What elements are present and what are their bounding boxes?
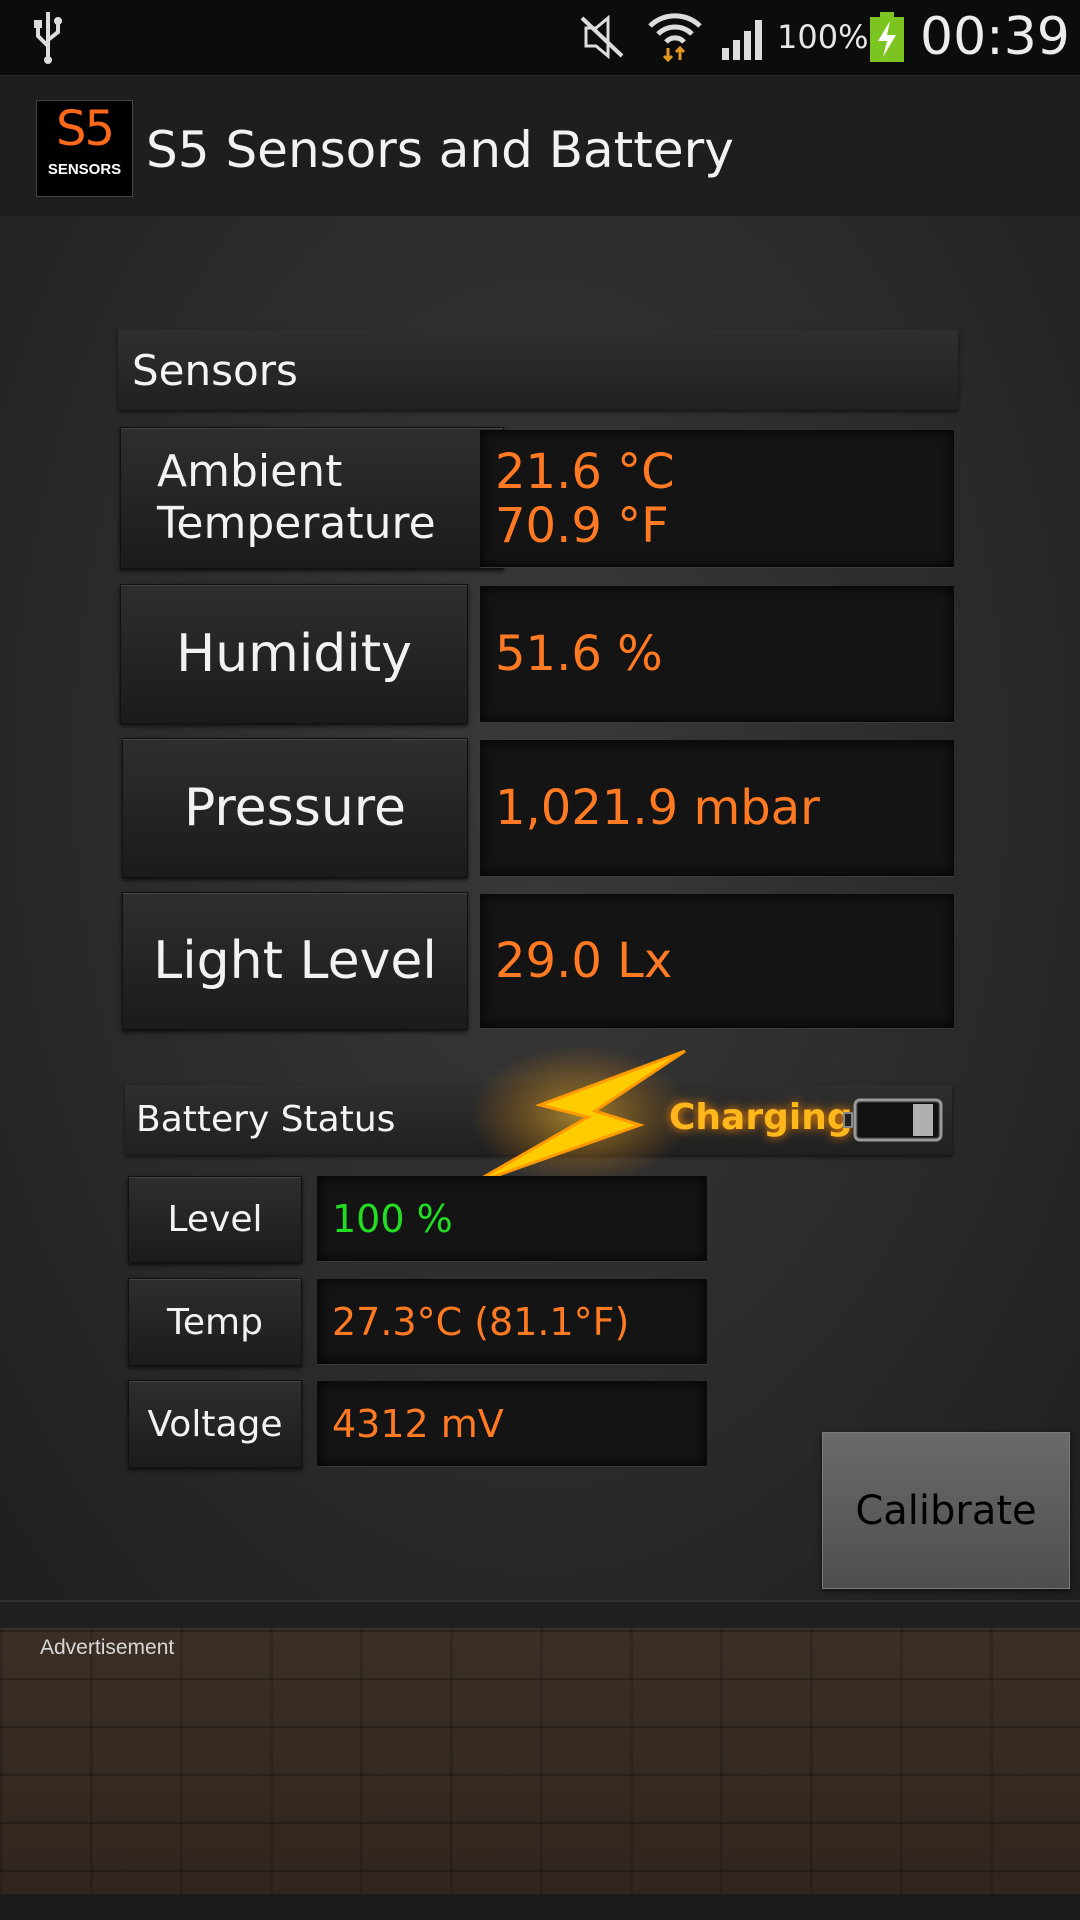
battery-temp-label: Temp xyxy=(128,1278,302,1366)
battery-outline-icon xyxy=(843,1098,943,1142)
clock: 00:39 xyxy=(920,7,1070,67)
battery-level-label: Level xyxy=(128,1176,302,1263)
light-level-value: 29.0 Lx xyxy=(480,894,954,1028)
mute-icon xyxy=(580,14,624,60)
battery-percent: 100% xyxy=(777,18,869,56)
sensors-header-title: Sensors xyxy=(132,346,298,395)
calibrate-button[interactable]: Calibrate xyxy=(822,1432,1070,1589)
divider xyxy=(0,1600,1080,1630)
battery-charging-icon xyxy=(870,12,904,62)
ambient-temperature-value: 21.6 °C 70.9 °F xyxy=(480,430,954,567)
advertisement-label: Advertisement xyxy=(40,1636,175,1659)
app-logo[interactable]: S5 SENSORS xyxy=(36,100,133,197)
humidity-value: 51.6 % xyxy=(480,586,954,722)
battery-voltage-label: Voltage xyxy=(128,1380,302,1468)
wifi-icon xyxy=(648,13,702,62)
lightning-bolt-icon xyxy=(470,1045,690,1185)
battery-status-title: Battery Status xyxy=(136,1099,396,1140)
charging-status: Charging xyxy=(669,1097,853,1138)
app-title: S5 Sensors and Battery xyxy=(146,121,734,179)
action-bar: S5 SENSORS S5 Sensors and Battery xyxy=(0,75,1080,217)
pressure-value: 1,021.9 mbar xyxy=(480,740,954,876)
pressure-label: Pressure xyxy=(122,738,468,878)
signal-icon xyxy=(722,20,762,60)
status-bar: 100% 00:39 xyxy=(0,0,1080,75)
advertisement-area[interactable]: Advertisement xyxy=(0,1628,1080,1920)
battery-voltage-value: 4312 mV xyxy=(317,1381,707,1466)
app-logo-subtext: SENSORS xyxy=(47,161,122,178)
ambient-temperature-label: Ambient Temperature xyxy=(120,427,504,569)
battery-level-value: 100 % xyxy=(317,1176,707,1261)
bottom-strip xyxy=(0,1894,1080,1920)
temp-celsius: 21.6 °C xyxy=(495,443,675,500)
light-level-label: Light Level xyxy=(122,892,468,1030)
humidity-label: Humidity xyxy=(120,584,468,724)
sensors-header: Sensors xyxy=(118,330,958,410)
temp-fahrenheit: 70.9 °F xyxy=(495,497,669,554)
battery-temp-value: 27.3°C (81.1°F) xyxy=(317,1279,707,1364)
usb-icon xyxy=(34,12,62,64)
app-logo-text: S5 xyxy=(55,101,115,157)
